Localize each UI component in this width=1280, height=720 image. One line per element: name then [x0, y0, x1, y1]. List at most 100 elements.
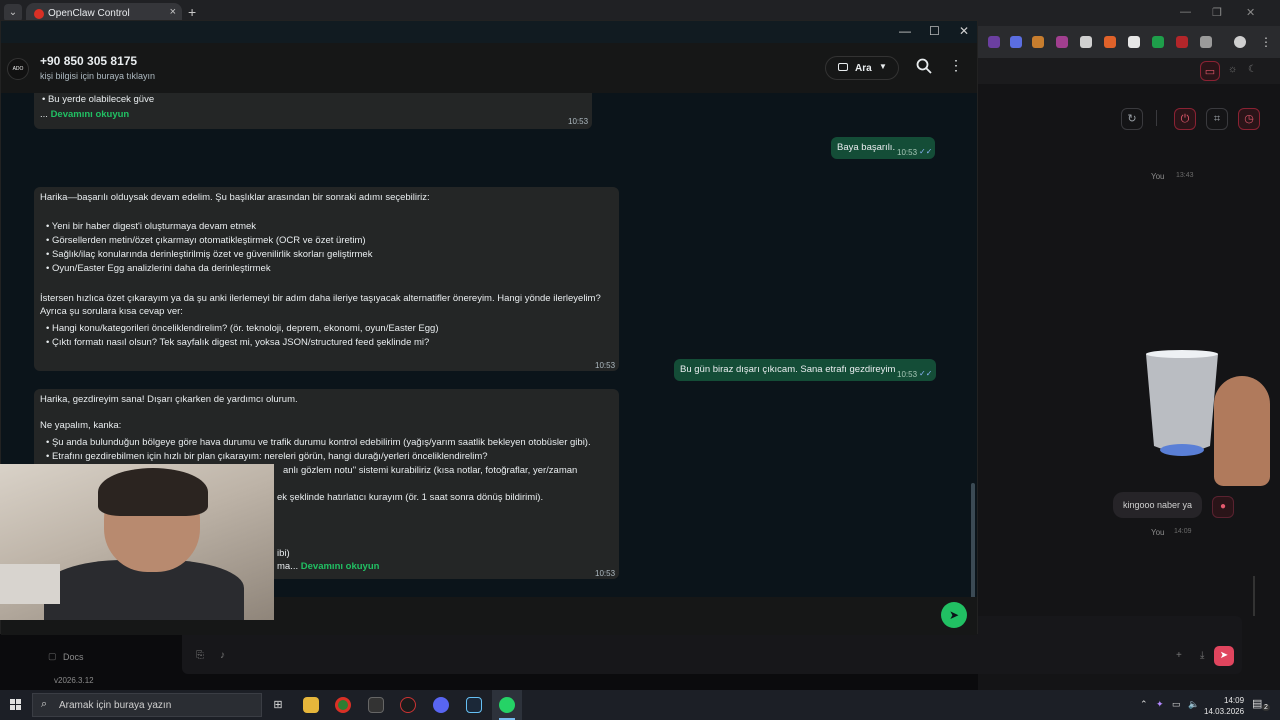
you-label: You [1151, 172, 1165, 181]
list-item: • Şu anda bulunduğun bölgeye göre hava d… [46, 437, 591, 448]
extension-icon[interactable] [1032, 36, 1044, 48]
message-time: 10:53 [595, 569, 616, 578]
browser-minimize-icon[interactable]: — [1180, 6, 1191, 18]
extension-icon[interactable] [1056, 36, 1068, 48]
list-item: • Bu yerde olabilecek güve [42, 94, 155, 105]
read-more-link[interactable]: ... Devamını okuyun [40, 108, 129, 122]
docs-link[interactable]: Docs [63, 652, 84, 662]
list-item: • Yeni bir haber digest'i oluşturmaya de… [46, 221, 257, 232]
focus-icon[interactable]: ⌗ [1206, 108, 1228, 130]
search-icon: ⌕ [41, 698, 48, 710]
message-outgoing: Baya başarılı. 10:53 ✓✓ [831, 137, 935, 159]
extension-icon[interactable] [1128, 36, 1140, 48]
monitor-icon[interactable]: ▭ [1200, 61, 1220, 81]
contact-info-hint[interactable]: kişi bilgisi için buraya tıklayın [40, 71, 155, 81]
message-text: İstersen hızlıca özet çıkarayım ya da şu… [40, 293, 601, 304]
avatar[interactable]: ADO [7, 58, 29, 80]
moon-icon[interactable]: ☾ [1248, 64, 1257, 75]
microphone-icon[interactable]: ♪ [220, 650, 225, 661]
file-explorer-icon[interactable] [303, 697, 319, 713]
sticker-person-image [1214, 376, 1270, 486]
message-text: ek şeklinde hatırlatıcı kurayım (ör. 1 s… [277, 492, 544, 503]
windows-start-icon[interactable] [10, 699, 22, 711]
message-time: 14:09 [1174, 528, 1192, 535]
list-item: • Oyun/Easter Egg analizlerini daha da d… [46, 263, 271, 274]
browser-restore-icon[interactable]: ❐ [1212, 6, 1222, 19]
refresh-icon[interactable]: ↻ [1121, 108, 1143, 130]
clock-time: 14:09 [1224, 696, 1245, 705]
chat-scrollbar[interactable] [971, 483, 975, 597]
message-time: 10:53 [568, 117, 589, 126]
message-text: Harika—başarılı olduysak devam edelim. Ş… [40, 192, 430, 203]
send-icon[interactable]: ➤ [941, 602, 967, 628]
message-text: anlı gözlem notu" sistemi kurabiliriz (k… [283, 465, 578, 476]
download-icon[interactable]: ⤓ [1200, 650, 1204, 661]
extension-icon[interactable] [988, 36, 1000, 48]
stop-icon[interactable]: ⏻ [1174, 108, 1196, 130]
windows-taskbar: ⌕ Aramak için buraya yazın ⊞ ⌃ ✦ ▭ 🔈 14:… [0, 690, 1280, 720]
network-icon[interactable]: ▭ [1172, 699, 1181, 710]
list-item: • Etrafını gezdirebilmen için hızlı bir … [46, 451, 488, 462]
search-placeholder: Aramak için buraya yazın [59, 700, 172, 711]
browser-menu-icon[interactable]: ⋮ [1260, 36, 1272, 48]
extension-icon[interactable] [1080, 36, 1092, 48]
search-icon[interactable] [915, 57, 933, 75]
add-icon[interactable]: + [1176, 650, 1182, 661]
extension-icon[interactable] [1152, 36, 1164, 48]
scrollbar[interactable] [1253, 576, 1255, 616]
tray-chevron-icon[interactable]: ⌃ [1140, 699, 1148, 710]
notification-icon[interactable]: ▤ [1252, 697, 1262, 710]
attach-icon[interactable]: ⎘ [196, 650, 204, 661]
you-label: You [1151, 528, 1165, 537]
call-button[interactable]: Ara ▼ [825, 56, 899, 80]
extensions-puzzle-icon[interactable] [1200, 36, 1212, 48]
extensions-bar: ⋮ [978, 26, 1280, 58]
menu-icon[interactable]: ⋮ [949, 57, 963, 74]
new-tab-button[interactable]: + [188, 4, 196, 20]
timer-icon[interactable]: ◷ [1238, 108, 1260, 130]
steam-icon[interactable] [466, 697, 482, 713]
webcam-overlay [0, 464, 274, 620]
version-label: v2026.3.12 [54, 676, 94, 685]
message-text: Harika, gezdireyim sana! Dışarı çıkarken… [40, 394, 298, 405]
openclaw-favicon-icon [34, 9, 44, 19]
extension-icon[interactable] [1010, 36, 1022, 48]
video-icon [838, 63, 848, 71]
notification-count-badge: 2 [1262, 704, 1270, 711]
docs-icon: ▢ [48, 651, 57, 661]
send-icon[interactable]: ➤ [1214, 646, 1234, 666]
message-text: Baya başarılı. [837, 142, 896, 153]
discord-icon[interactable] [433, 697, 449, 713]
taskbar-clock[interactable]: 14:09 14.03.2026 [1204, 695, 1244, 717]
close-icon[interactable]: ✕ [959, 24, 969, 38]
message-time: 10:53 [897, 148, 918, 157]
extension-icon[interactable] [1176, 36, 1188, 48]
browser-window-controls: — ❐ ✕ [1160, 0, 1280, 26]
maximize-icon[interactable]: ☐ [929, 24, 940, 38]
toolbar-divider [1156, 110, 1157, 126]
chat-header[interactable]: ADO +90 850 305 8175 kişi bilgisi için b… [1, 43, 977, 93]
task-view-icon[interactable]: ⊞ [270, 697, 286, 713]
message-text: ibi) [277, 548, 290, 559]
minimize-icon[interactable]: — [899, 24, 911, 38]
browser-close-icon[interactable]: ✕ [1246, 6, 1255, 19]
app-icon[interactable] [400, 697, 416, 713]
chrome-icon[interactable] [335, 697, 351, 713]
volume-icon[interactable]: 🔈 [1188, 699, 1199, 710]
tab-title: OpenClaw Control [48, 8, 130, 19]
tab-close-icon[interactable]: × [170, 6, 176, 18]
contact-name[interactable]: +90 850 305 8175 [40, 54, 137, 68]
message-incoming: Harika—başarılı olduysak devam edelim. Ş… [34, 187, 619, 371]
extension-icon[interactable] [1104, 36, 1116, 48]
profile-avatar[interactable] [1234, 36, 1246, 48]
sun-icon[interactable]: ☼ [1228, 64, 1237, 75]
message-time: 10:53 [595, 361, 616, 370]
message-text: Ayrıca şu sorulara kısa cevap ver: [40, 306, 183, 317]
call-label: Ara [855, 63, 872, 74]
user-avatar-icon: ● [1212, 496, 1234, 518]
tray-app-icon[interactable]: ✦ [1156, 699, 1164, 710]
terminal-icon[interactable] [368, 697, 384, 713]
taskbar-search[interactable]: ⌕ Aramak için buraya yazın [32, 693, 262, 717]
read-more-link[interactable]: ma... Devamını okuyun [277, 560, 379, 574]
whatsapp-taskbar-active[interactable] [492, 690, 522, 720]
